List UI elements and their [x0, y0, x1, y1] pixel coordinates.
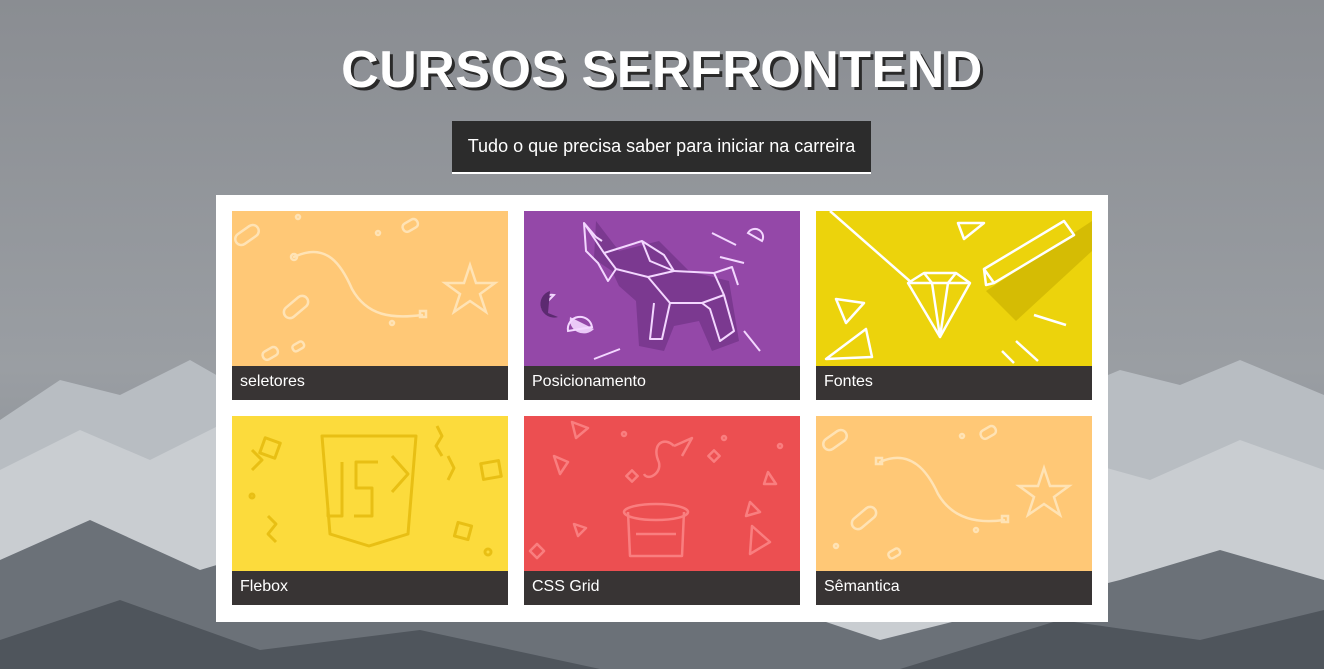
course-card-css-grid[interactable]: CSS Grid	[524, 416, 800, 605]
course-card-seletores[interactable]: seletores	[232, 211, 508, 400]
course-card-posicionamento[interactable]: Posicionamento	[524, 211, 800, 400]
course-card-flebox[interactable]: Flebox	[232, 416, 508, 605]
course-label: Fontes	[816, 366, 1092, 400]
diamond-pencil-icon	[816, 211, 1092, 366]
star-path-icon	[232, 211, 508, 366]
course-card-fontes[interactable]: Fontes	[816, 211, 1092, 400]
course-label: seletores	[232, 366, 508, 400]
origami-elephant-icon	[524, 211, 800, 366]
subtitle-box: Tudo o que precisa saber para iniciar na…	[452, 121, 871, 174]
page-title: CURSOS SERFRONTEND	[341, 41, 983, 99]
course-label: Posicionamento	[524, 366, 800, 400]
star-path-icon	[816, 416, 1092, 571]
course-card-semantica[interactable]: Sêmantica	[816, 416, 1092, 605]
js-shield-icon	[232, 416, 508, 571]
courses-panel: seletores Posicionamento Fontes Flebox C…	[216, 195, 1108, 622]
course-label: Sêmantica	[816, 571, 1092, 605]
course-label: Flebox	[232, 571, 508, 605]
magic-hat-icon	[524, 416, 800, 571]
course-label: CSS Grid	[524, 571, 800, 605]
